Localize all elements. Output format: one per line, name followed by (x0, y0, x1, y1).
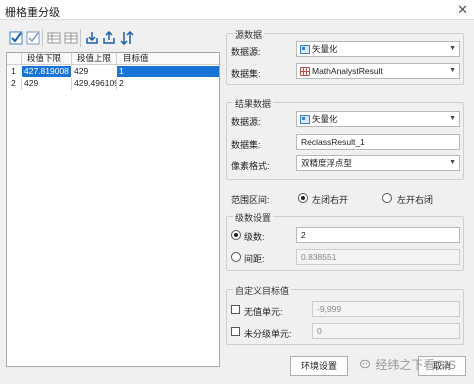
grid-dataset-icon (300, 67, 310, 76)
row-lower[interactable]: 429 (22, 78, 71, 89)
header-target[interactable]: 目标值 (119, 53, 159, 64)
toolbar-divider (42, 29, 43, 47)
result-dataset-value: ReclassResult_1 (301, 137, 365, 147)
level-interval-value: 0.838551 (301, 252, 337, 262)
result-dataset-label: 数据集: (231, 140, 261, 150)
level-count-label[interactable]: 级数: (244, 230, 265, 243)
watermark: 经纬之下看GIS (360, 356, 456, 373)
toolbar-divider (80, 29, 81, 47)
export-icon[interactable] (101, 30, 116, 45)
range-right-closed-label[interactable]: 左开右闭 (397, 193, 433, 206)
level-count-radio[interactable] (231, 230, 241, 240)
uncheck-all-icon[interactable] (25, 30, 40, 45)
level-count-input[interactable]: 2 (296, 227, 460, 243)
header-upper[interactable]: 段值上限 (73, 53, 117, 64)
header-lower[interactable]: 段值下限 (23, 53, 67, 64)
check-all-icon[interactable] (8, 30, 23, 45)
source-datasource-label: 数据源: (231, 47, 261, 57)
reverse-order-icon[interactable] (119, 30, 134, 45)
result-data-title: 结果数据 (233, 97, 274, 110)
table-header: 段值下限 段值上限 目标值 (7, 53, 219, 65)
range-left-closed-radio[interactable] (298, 193, 308, 203)
datasource-icon (300, 115, 310, 124)
result-dataset-input[interactable]: ReclassResult_1 (296, 134, 460, 150)
custom-target-title: 自定义目标值 (233, 284, 292, 297)
chevron-down-icon: ▼ (449, 45, 456, 52)
result-datasource-label: 数据源: (231, 117, 261, 127)
row-target[interactable]: 2 (117, 78, 157, 89)
nodata-checkbox[interactable] (231, 305, 240, 314)
table-row[interactable]: 2 429 429.4961093 2 (7, 78, 219, 90)
chevron-down-icon: ▼ (449, 159, 456, 166)
row-upper[interactable]: 429.4961093 (72, 78, 116, 89)
row-lower[interactable]: 427.819008 (22, 66, 71, 77)
split-rows-icon[interactable] (63, 30, 78, 45)
level-interval-label[interactable]: 间距: (244, 252, 265, 265)
merge-rows-icon[interactable] (46, 30, 61, 45)
title-bar: 栅格重分级 ✕ (0, 0, 474, 20)
level-count-value: 2 (301, 230, 306, 240)
result-datasource-select[interactable]: 矢量化 ▼ (296, 111, 460, 127)
range-label: 范围区间: (231, 195, 270, 205)
nodata-input[interactable]: -9,999 (312, 301, 460, 317)
row-upper[interactable]: 429 (72, 66, 116, 77)
source-dataset-label: 数据集: (231, 69, 261, 79)
nodata-label[interactable]: 无值单元: (244, 305, 283, 318)
chevron-down-icon: ▼ (449, 115, 456, 122)
table-row[interactable]: 1 427.819008 429 1 (7, 66, 219, 78)
window-title: 栅格重分级 (5, 7, 60, 19)
level-interval-radio[interactable] (231, 252, 241, 262)
close-icon[interactable]: ✕ (457, 2, 468, 18)
source-dataset-value: MathAnalystResult (312, 66, 383, 76)
environment-settings-button[interactable]: 环境设置 (290, 356, 348, 376)
row-target[interactable]: 1 (117, 66, 219, 77)
wechat-icon (360, 359, 370, 369)
pixel-format-value: 双精度浮点型 (301, 158, 353, 168)
source-dataset-select[interactable]: MathAnalystResult ▼ (296, 63, 460, 79)
range-right-closed-radio[interactable] (382, 193, 392, 203)
chevron-down-icon: ▼ (449, 67, 456, 74)
row-index: 1 (11, 66, 16, 76)
row-index: 2 (11, 78, 16, 88)
pixel-format-select[interactable]: 双精度浮点型 ▼ (296, 155, 460, 171)
unclassified-value: 0 (317, 326, 322, 336)
pixel-format-label: 像素格式: (231, 161, 270, 171)
header-index (7, 53, 21, 64)
range-left-closed-label[interactable]: 左闭右开 (312, 193, 348, 206)
import-icon[interactable] (84, 30, 99, 45)
level-settings-title: 级数设置 (233, 211, 274, 224)
watermark-text: 经纬之下看GIS (375, 358, 457, 372)
level-interval-input[interactable]: 0.838551 (296, 249, 460, 265)
source-data-title: 源数据 (233, 28, 265, 41)
datasource-icon (300, 45, 310, 54)
reclass-table[interactable]: 段值下限 段值上限 目标值 1 427.819008 429 1 2 429 4… (6, 52, 220, 367)
unclassified-label[interactable]: 未分级单元: (244, 327, 292, 340)
source-datasource-select[interactable]: 矢量化 ▼ (296, 41, 460, 57)
nodata-value: -9,999 (317, 304, 342, 314)
unclassified-checkbox[interactable] (231, 327, 240, 336)
unclassified-input[interactable]: 0 (312, 323, 460, 339)
